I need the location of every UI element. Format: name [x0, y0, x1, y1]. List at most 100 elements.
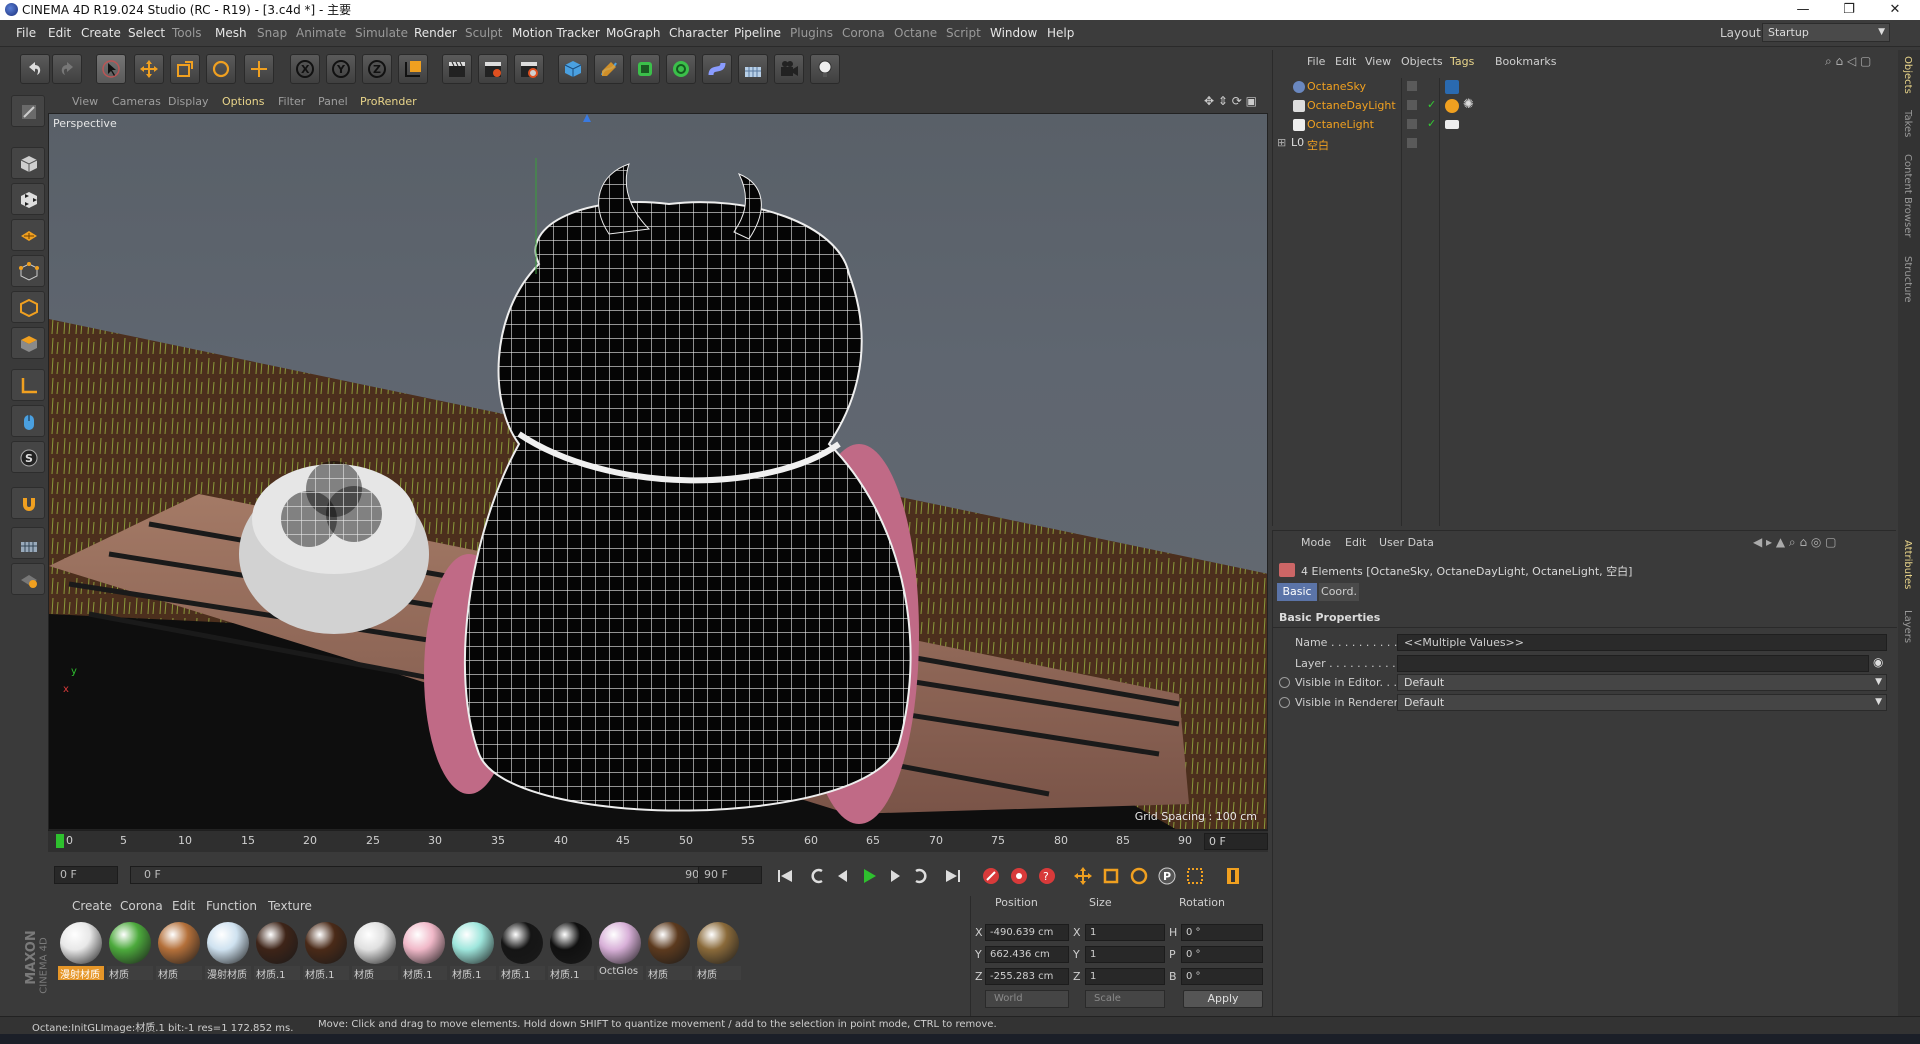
attr-menu-user-data[interactable]: User Data: [1379, 536, 1434, 549]
go-to-start-button[interactable]: [772, 864, 798, 888]
light-button[interactable]: [810, 54, 840, 84]
layer-toggle-icon[interactable]: [1407, 138, 1417, 148]
tab-basic[interactable]: Basic: [1277, 583, 1317, 601]
perspective-viewport[interactable]: y x Perspective Grid Spacing : 100 cm: [48, 113, 1268, 830]
side-tab-objects[interactable]: Objects: [1902, 56, 1913, 94]
size-y-field[interactable]: 1: [1085, 946, 1165, 963]
camera-button[interactable]: [774, 54, 804, 84]
side-tab-attributes[interactable]: Attributes: [1902, 540, 1913, 589]
mat-menu-function[interactable]: Function: [206, 899, 257, 913]
material-swatch[interactable]: 材质.1: [401, 922, 447, 982]
deformer-button[interactable]: [702, 54, 732, 84]
close-button[interactable]: ✕: [1872, 0, 1918, 20]
menu-render[interactable]: Render: [414, 26, 457, 40]
viewport-navigation-icons[interactable]: ✥ ⇕ ⟳ ▣: [1204, 94, 1257, 108]
material-swatch[interactable]: 材质.1: [499, 922, 545, 982]
vp-menu-prorender[interactable]: ProRender: [360, 95, 417, 108]
vp-menu-options[interactable]: Options: [222, 95, 264, 108]
preview-range-slider[interactable]: 0 F 90 F: [130, 866, 730, 884]
pen-spline-button[interactable]: [594, 54, 624, 84]
y-axis-lock[interactable]: Y: [326, 54, 356, 84]
size-x-field[interactable]: 1: [1085, 924, 1165, 941]
axis-mode-button[interactable]: [11, 369, 45, 401]
previous-key-button[interactable]: [804, 864, 830, 888]
rot-h-field[interactable]: 0 °: [1181, 924, 1263, 941]
material-swatch[interactable]: 材质: [107, 922, 153, 982]
menu-character[interactable]: Character: [669, 26, 728, 40]
z-axis-lock[interactable]: Z: [362, 54, 392, 84]
redo-button[interactable]: [52, 54, 82, 84]
edges-mode-button[interactable]: [11, 291, 45, 323]
coordinate-space-dropdown[interactable]: World: [985, 990, 1069, 1008]
object-row[interactable]: OctaneLight ✓: [1273, 116, 1897, 135]
key-parameter-button[interactable]: P: [1154, 864, 1180, 888]
texture-mode-button[interactable]: [11, 183, 45, 215]
object-row[interactable]: OctaneDayLight ✓ ✺: [1273, 97, 1897, 116]
size-z-field[interactable]: 1: [1085, 968, 1165, 985]
cube-primitive-button[interactable]: [558, 54, 588, 84]
object-row[interactable]: OctaneSky: [1273, 78, 1897, 97]
enabled-check-icon[interactable]: ✓: [1427, 98, 1436, 111]
material-swatch[interactable]: 材质.1: [303, 922, 349, 982]
material-swatch[interactable]: 材质.1: [254, 922, 300, 982]
go-to-end-button[interactable]: [940, 864, 966, 888]
key-rotation-button[interactable]: [1126, 864, 1152, 888]
menu-plugins[interactable]: Plugins: [790, 26, 833, 40]
move-tool[interactable]: [134, 54, 164, 84]
tab-coord[interactable]: Coord.: [1319, 583, 1359, 601]
visible-renderer-dropdown[interactable]: Default ▼: [1397, 694, 1887, 711]
obj-menu-view[interactable]: View: [1365, 55, 1391, 68]
vp-menu-view[interactable]: View: [72, 95, 98, 108]
menu-motion-tracker[interactable]: Motion Tracker: [512, 26, 600, 40]
key-position-button[interactable]: [1070, 864, 1096, 888]
render-view-button[interactable]: [442, 54, 472, 84]
material-swatch[interactable]: 漫射材质: [58, 922, 104, 982]
recent-tool[interactable]: [244, 54, 274, 84]
visible-editor-dropdown[interactable]: Default ▼: [1397, 674, 1887, 691]
material-swatch[interactable]: 材质: [646, 922, 692, 982]
playhead[interactable]: [56, 834, 64, 848]
layout-dropdown[interactable]: Startup ▼: [1762, 23, 1890, 42]
tweak-mode-button[interactable]: [11, 405, 45, 437]
pos-z-field[interactable]: -255.283 cm: [985, 968, 1069, 985]
mat-menu-edit[interactable]: Edit: [172, 899, 195, 913]
menu-edit[interactable]: Edit: [48, 26, 71, 40]
menu-script[interactable]: Script: [946, 26, 981, 40]
autokeying-button[interactable]: [1006, 864, 1032, 888]
next-frame-button[interactable]: [882, 864, 908, 888]
cloner-button[interactable]: [666, 54, 696, 84]
grid-lock-button[interactable]: [11, 527, 45, 559]
menu-mesh[interactable]: Mesh: [215, 26, 247, 40]
sun-tag-icon[interactable]: [1445, 99, 1459, 113]
menu-tools[interactable]: Tools: [172, 26, 202, 40]
name-field[interactable]: <<Multiple Values>>: [1397, 634, 1887, 651]
magnet-button[interactable]: [11, 487, 45, 519]
attr-menu-mode[interactable]: Mode: [1301, 536, 1331, 549]
layer-field[interactable]: [1397, 655, 1869, 672]
material-swatch[interactable]: 材质: [156, 922, 202, 982]
octane-tag-icon[interactable]: [1445, 80, 1459, 94]
rotate-tool[interactable]: [206, 54, 236, 84]
object-manager-nav-icons[interactable]: ⌕ ⌂ ◁ ▢: [1825, 54, 1871, 69]
obj-menu-edit[interactable]: Edit: [1335, 55, 1356, 68]
menu-file[interactable]: File: [16, 26, 36, 40]
scheme-button[interactable]: [1220, 864, 1246, 888]
visible-renderer-radio[interactable]: [1279, 697, 1290, 708]
key-pla-button[interactable]: [1182, 864, 1208, 888]
points-mode-button[interactable]: [11, 255, 45, 287]
menu-sculpt[interactable]: Sculpt: [465, 26, 502, 40]
subdivision-surface-button[interactable]: [630, 54, 660, 84]
menu-window[interactable]: Window: [990, 26, 1037, 40]
menu-animate[interactable]: Animate: [296, 26, 346, 40]
material-swatch[interactable]: 材质: [695, 922, 741, 982]
model-mode-button[interactable]: [11, 147, 45, 179]
previous-frame-button[interactable]: [830, 864, 856, 888]
live-selection-tool[interactable]: [96, 54, 126, 84]
layer-toggle-icon[interactable]: [1407, 100, 1417, 110]
x-axis-lock[interactable]: X: [290, 54, 320, 84]
record-active-objects-button[interactable]: [978, 864, 1004, 888]
workplane-button[interactable]: [11, 219, 45, 251]
menu-corona[interactable]: Corona: [842, 26, 885, 40]
vp-menu-panel[interactable]: Panel: [318, 95, 348, 108]
attribute-nav-icons[interactable]: ◀ ▸ ▲ ⌕ ⌂ ◎ ▢: [1753, 535, 1837, 550]
